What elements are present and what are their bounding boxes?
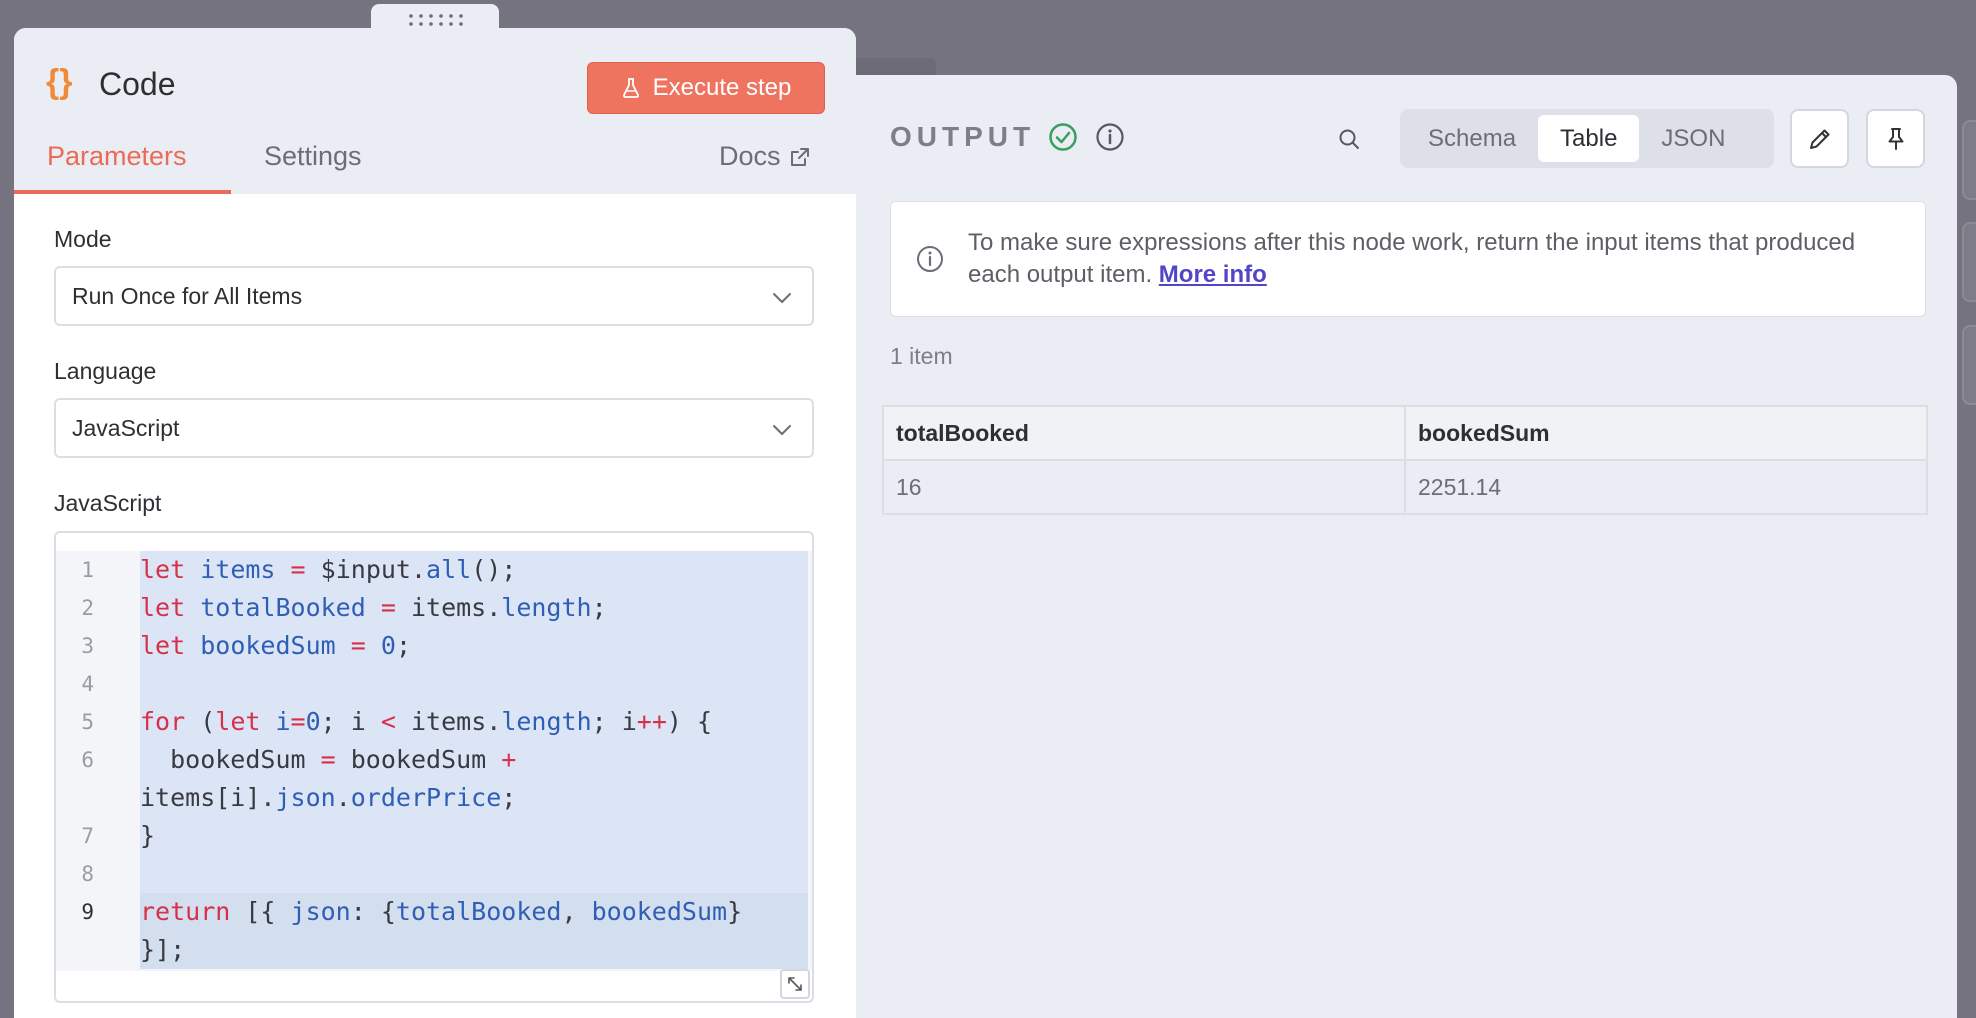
line-number: 4 — [81, 672, 94, 696]
mode-label: Mode — [54, 226, 112, 252]
item-count: 1 item — [890, 343, 953, 369]
line-number: 9 — [81, 900, 94, 924]
canvas-node-edge — [1962, 325, 1976, 405]
tab-parameters[interactable]: Parameters — [47, 141, 187, 172]
code-text[interactable]: bookedSum = bookedSum + items[i].json.or… — [140, 741, 808, 817]
code-text[interactable] — [140, 855, 808, 893]
edit-output-button[interactable] — [1790, 109, 1849, 168]
notice-text: To make sure expressions after this node… — [968, 227, 1885, 291]
line-number: 5 — [81, 710, 94, 734]
view-schema-button[interactable]: Schema — [1406, 115, 1538, 162]
code-line[interactable]: 2 let totalBooked = items.length; — [56, 589, 812, 627]
search-icon[interactable] — [1338, 128, 1360, 150]
chevron-down-icon — [773, 293, 791, 303]
code-line[interactable]: 6 bookedSum = bookedSum + items[i].json.… — [56, 741, 812, 817]
success-check-icon — [1049, 123, 1077, 151]
code-line[interactable]: 3 let bookedSum = 0; — [56, 627, 812, 665]
code-text[interactable]: for (let i=0; i < items.length; i++) { — [140, 703, 808, 741]
language-label: Language — [54, 358, 157, 384]
more-info-link[interactable]: More info — [1159, 261, 1267, 288]
tab-settings[interactable]: Settings — [264, 141, 362, 172]
pin-output-button[interactable] — [1866, 109, 1925, 168]
canvas-node-edge — [1962, 120, 1976, 200]
language-select[interactable]: JavaScript — [54, 398, 814, 458]
code-editor-label: JavaScript — [54, 490, 162, 516]
node-title[interactable]: Code — [99, 66, 176, 103]
output-title: OUTPUT — [890, 121, 1036, 152]
line-number: 2 — [81, 596, 94, 620]
code-line[interactable]: 9 return [{ json: {totalBooked, bookedSum… — [56, 893, 812, 969]
pencil-icon — [1809, 129, 1829, 149]
line-number: 8 — [81, 862, 94, 886]
code-text[interactable]: return [{ json: {totalBooked, bookedSum}… — [140, 893, 808, 969]
line-number: 7 — [81, 824, 94, 848]
canvas-node-edge — [1962, 222, 1976, 302]
active-tab-indicator — [14, 190, 231, 194]
line-number: 6 — [81, 748, 94, 772]
view-switcher: Schema Table JSON — [1400, 109, 1774, 168]
table-row: 16 2251.14 — [882, 459, 1928, 515]
code-line[interactable]: 4 — [56, 665, 812, 703]
line-number: 3 — [81, 634, 94, 658]
view-json-button[interactable]: JSON — [1639, 115, 1747, 162]
info-icon[interactable] — [1095, 122, 1125, 152]
info-circle-icon — [917, 246, 943, 272]
code-text[interactable] — [140, 665, 808, 703]
code-editor[interactable]: 1 let items = $input.all(); 2 let totalBook… — [54, 531, 814, 1003]
table-cell[interactable]: 16 — [882, 459, 1406, 515]
column-header-bookedsum[interactable]: bookedSum — [1404, 405, 1928, 461]
editor-fullscreen-button[interactable] — [780, 969, 810, 999]
execute-step-label: Execute step — [652, 74, 792, 101]
code-text[interactable]: let bookedSum = 0; — [140, 627, 808, 665]
code-line[interactable]: 7} — [56, 817, 812, 855]
code-editor-content[interactable]: 1 let items = $input.all(); 2 let totalBook… — [56, 551, 812, 971]
code-text[interactable]: let items = $input.all(); — [140, 551, 808, 589]
expand-icon — [788, 977, 802, 991]
line-number: 1 — [81, 558, 94, 582]
code-line[interactable]: 8 — [56, 855, 812, 893]
node-parameters-panel: {} Code Execute step Parameters Settings… — [14, 28, 856, 1018]
mode-select[interactable]: Run Once for All Items — [54, 266, 814, 326]
docs-label: Docs — [719, 141, 781, 171]
code-braces-icon: {} — [46, 63, 73, 101]
flask-icon — [622, 78, 639, 98]
code-text[interactable]: let totalBooked = items.length; — [140, 589, 808, 627]
node-header: {} Code Execute step Parameters Settings… — [14, 28, 856, 194]
code-line[interactable]: 1 let items = $input.all(); — [56, 551, 812, 589]
code-text[interactable]: } — [140, 817, 808, 855]
code-line[interactable]: 5 for (let i=0; i < items.length; i++) { — [56, 703, 812, 741]
chevron-down-icon — [773, 425, 791, 435]
table-header-row: totalBooked bookedSum — [882, 405, 1928, 461]
pin-icon — [1888, 127, 1903, 150]
table-cell[interactable]: 2251.14 — [1404, 459, 1928, 515]
output-notice: To make sure expressions after this node… — [890, 201, 1926, 317]
notice-message: To make sure expressions after this node… — [968, 229, 1856, 288]
output-panel: OUTPUT Schema Table JSON To make sure ex… — [820, 75, 1957, 1018]
external-link-icon — [790, 147, 809, 166]
drag-dots-icon — [409, 14, 463, 26]
output-table: totalBooked bookedSum 16 2251.14 — [882, 405, 1928, 515]
view-table-button[interactable]: Table — [1538, 115, 1640, 162]
mode-value: Run Once for All Items — [72, 282, 303, 309]
language-value: JavaScript — [72, 414, 180, 441]
column-header-totalbooked[interactable]: totalBooked — [882, 405, 1406, 461]
execute-step-button[interactable]: Execute step — [587, 62, 825, 114]
docs-link[interactable]: Docs — [719, 141, 811, 172]
